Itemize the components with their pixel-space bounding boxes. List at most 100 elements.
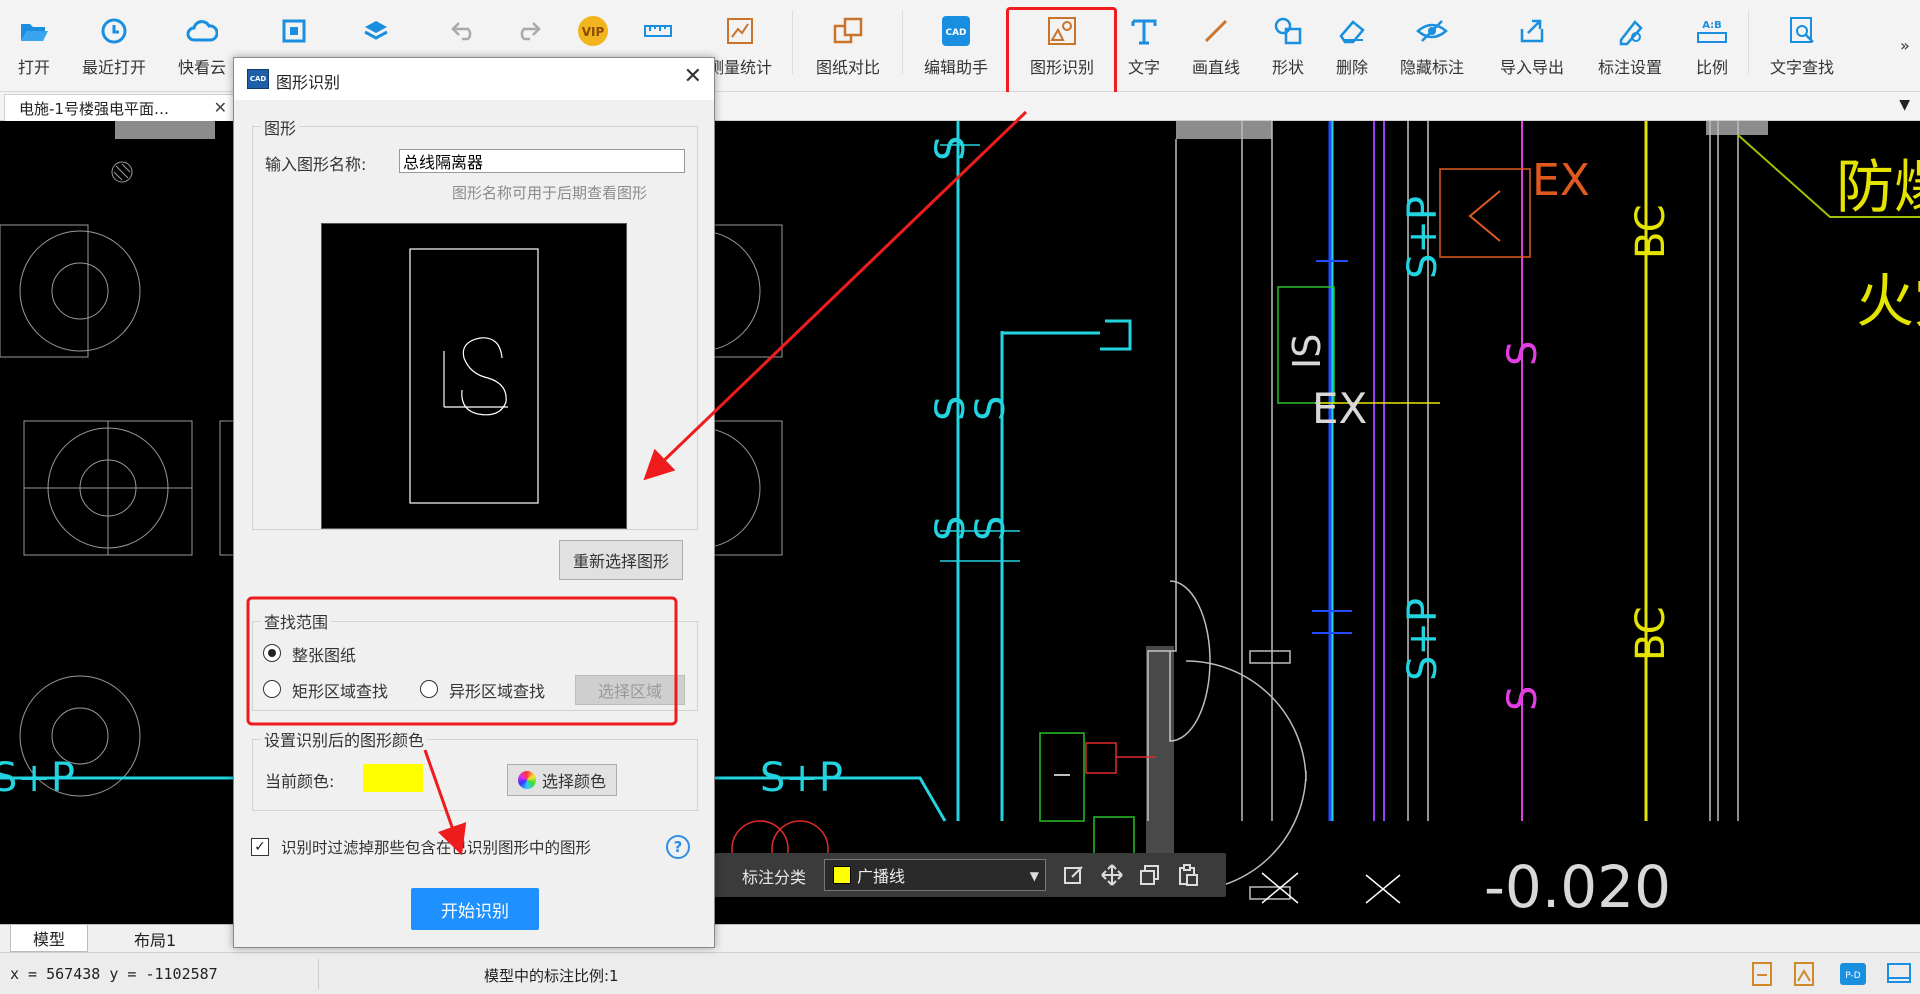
shape-preview [321, 223, 627, 529]
chevron-down-icon: ▼ [1029, 869, 1039, 883]
annotation-category-label: 标注分类 [742, 868, 807, 887]
cad-label-sp-mid: S+P [1400, 598, 1446, 681]
eraser-icon [1335, 14, 1369, 48]
shape-name-input[interactable] [399, 149, 685, 173]
move-icon[interactable] [1100, 863, 1124, 887]
hide-annotation-button[interactable]: 隐藏标注 [1394, 0, 1470, 90]
cad-label-bc-bottom: BC [1628, 606, 1674, 661]
fit-screen-icon [277, 14, 311, 48]
status-bar: x = 567438 y = -1102587 模型中的标注比例:1 P-D [0, 952, 1920, 994]
quick-cloud-button[interactable]: 快看云 [172, 0, 232, 90]
cursor-coordinates: x = 567438 y = -1102587 [10, 965, 218, 983]
scale-button[interactable]: A:B 比例 [1690, 0, 1734, 90]
delete-button[interactable]: 删除 [1330, 0, 1374, 90]
choose-color-button[interactable]: 选择颜色 [507, 764, 617, 796]
dialog-titlebar: CAD 图形识别 ✕ [234, 58, 714, 100]
svg-text:CAD: CAD [945, 28, 966, 38]
cad-label-ex-white: EX [1312, 384, 1367, 433]
category-color-swatch [833, 866, 851, 884]
text-search-icon [1785, 14, 1819, 48]
shape-recognition-dialog: CAD 图形识别 ✕ 图形 输入图形名称: 图形名称可用于后期查看图形 重新选择… [233, 57, 715, 948]
dialog-title: 图形识别 [276, 73, 341, 92]
image-export-icon[interactable] [1792, 961, 1818, 987]
layout-tab-layout1-label: 布局1 [134, 930, 177, 950]
text-search-button[interactable]: 文字查找 [1764, 0, 1840, 90]
measure-stats-icon [723, 14, 757, 48]
paste-icon[interactable] [1176, 863, 1200, 887]
pdf-export-icon[interactable] [1750, 961, 1776, 987]
cad-label-s-magenta-1: S [1500, 341, 1546, 366]
recent-open-button[interactable]: 最近打开 [76, 0, 152, 90]
layout-tab-model-label: 模型 [33, 930, 66, 949]
draw-line-button[interactable]: 画直线 [1186, 0, 1246, 90]
annotation-settings-button[interactable]: 标注设置 [1592, 0, 1668, 90]
whole-drawing-label: 整张图纸 [292, 646, 357, 665]
cad-label-s-cyan-4: S [968, 396, 1014, 421]
color-wheel-icon [517, 771, 536, 789]
cad-label-s-cyan-5: S [928, 136, 974, 161]
import-export-icon [1515, 14, 1549, 48]
redo-icon [511, 14, 545, 48]
line-icon [1199, 14, 1233, 48]
hide-annotation-icon [1415, 14, 1449, 48]
reselect-shape-button[interactable]: 重新选择图形 [559, 540, 683, 580]
whole-drawing-radio[interactable] [263, 644, 281, 662]
text-button[interactable]: 文字 [1124, 0, 1164, 90]
edit-assistant-button[interactable]: CAD 编辑助手 [916, 0, 996, 90]
text-icon [1127, 14, 1161, 48]
start-recognition-button[interactable]: 开始识别 [411, 888, 539, 930]
cad-label-s-magenta-2: S [1500, 686, 1546, 711]
layout-tab-layout1[interactable]: 布局1 [112, 925, 198, 952]
measure-icon [641, 14, 675, 48]
fullscreen-icon[interactable] [1886, 961, 1912, 987]
svg-text:A:B: A:B [1702, 20, 1722, 31]
cad-label-s-cyan-2: S [968, 516, 1014, 541]
shape-name-label: 输入图形名称: [265, 155, 367, 174]
toolbar-separator [1748, 10, 1749, 74]
select-area-button[interactable]: 选择区域 [575, 675, 685, 705]
layers-icon [359, 14, 393, 48]
svg-text:P-D: P-D [1845, 971, 1860, 981]
annotation-scale: 模型中的标注比例:1 [484, 967, 619, 985]
help-icon[interactable]: ? [666, 835, 690, 859]
pd-toggle-icon[interactable]: P-D [1840, 961, 1866, 987]
close-icon[interactable]: ✕ [684, 64, 702, 89]
scale-icon: A:B [1695, 14, 1729, 48]
cad-label-fire: 火灾 [1856, 267, 1920, 335]
copy-icon[interactable] [1138, 863, 1162, 887]
cad-label-explosion-proof: 防爆型 [1836, 153, 1920, 221]
open-button[interactable]: 打开 [10, 0, 58, 90]
cad-app-icon: CAD [247, 69, 269, 89]
svg-text:VIP: VIP [582, 25, 605, 39]
shape-icon [1271, 14, 1305, 48]
cad-label-is: IS [1285, 334, 1329, 369]
color-group-title: 设置识别后的图形颜色 [261, 727, 428, 751]
rect-area-label: 矩形区域查找 [292, 682, 389, 701]
current-color-label: 当前颜色: [265, 772, 335, 791]
cloud-icon [185, 14, 219, 48]
filter-checkbox[interactable]: ✓ [251, 838, 269, 856]
edit-annotation-icon[interactable] [1062, 863, 1086, 887]
cad-label-ex-red: EX [1532, 155, 1590, 206]
shape-name-hint: 图形名称可用于后期查看图形 [452, 184, 648, 202]
document-tab-title: 电施-1号楼强电平面… [19, 99, 169, 118]
layout-tab-model[interactable]: 模型 [10, 925, 89, 952]
toolbar-overflow-icon[interactable]: » [1900, 36, 1910, 55]
document-tab[interactable]: 电施-1号楼强电平面… ✕ [4, 94, 236, 121]
tab-dropdown-icon[interactable]: ▼ [1899, 97, 1910, 113]
search-scope-title: 查找范围 [261, 609, 332, 633]
toolbar-separator [792, 10, 793, 74]
close-tab-icon[interactable]: ✕ [214, 98, 227, 117]
cad-label-sp-top: S+P [1400, 196, 1446, 279]
annotation-settings-icon [1613, 14, 1647, 48]
rect-area-radio[interactable] [263, 680, 281, 698]
shape-group-title: 图形 [261, 115, 300, 139]
history-icon [97, 14, 131, 48]
folder-open-icon [17, 14, 51, 48]
annotation-category-select[interactable]: 广播线 ▼ [824, 859, 1046, 891]
import-export-button[interactable]: 导入导出 [1494, 0, 1570, 90]
shape-button[interactable]: 形状 [1266, 0, 1310, 90]
cad-label-sp-left-2: S+P [0, 755, 75, 801]
irregular-area-radio[interactable] [420, 680, 438, 698]
compare-drawings-button[interactable]: 图纸对比 [808, 0, 888, 90]
